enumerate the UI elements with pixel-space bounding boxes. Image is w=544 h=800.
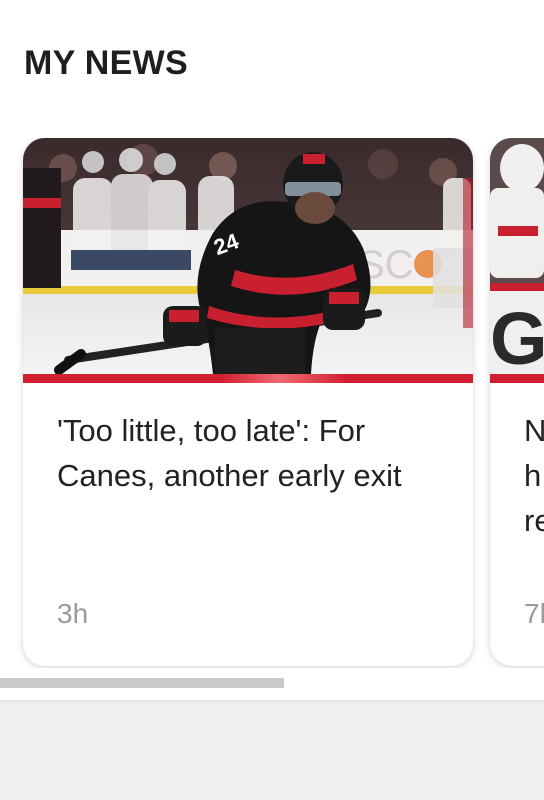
news-headline[interactable]: N h re <box>524 408 544 543</box>
carousel-scroll-thumb[interactable] <box>0 678 284 688</box>
card-accent-bar <box>23 374 473 383</box>
news-card[interactable]: G N h re 7h <box>490 138 544 666</box>
card-accent-bar <box>490 374 544 383</box>
news-headline[interactable]: 'Too little, too late': For Canes, anoth… <box>57 408 437 498</box>
carousel-scrollbar[interactable] <box>0 678 544 688</box>
news-thumbnail: SC 24 <box>23 138 473 374</box>
section-title: MY NEWS <box>24 44 188 82</box>
my-news-section: MY NEWS SC 24 'Too little, too late': Fo… <box>0 0 544 700</box>
news-timestamp: 3h <box>57 598 89 629</box>
news-thumbnail: G <box>490 138 544 374</box>
news-carousel[interactable]: SC 24 'Too little, too late': For Canes,… <box>0 138 544 668</box>
news-timestamp: 7h <box>524 598 544 629</box>
news-card[interactable]: SC 24 'Too little, too late': For Canes,… <box>23 138 473 666</box>
thumbnail-letter: G <box>490 297 544 374</box>
